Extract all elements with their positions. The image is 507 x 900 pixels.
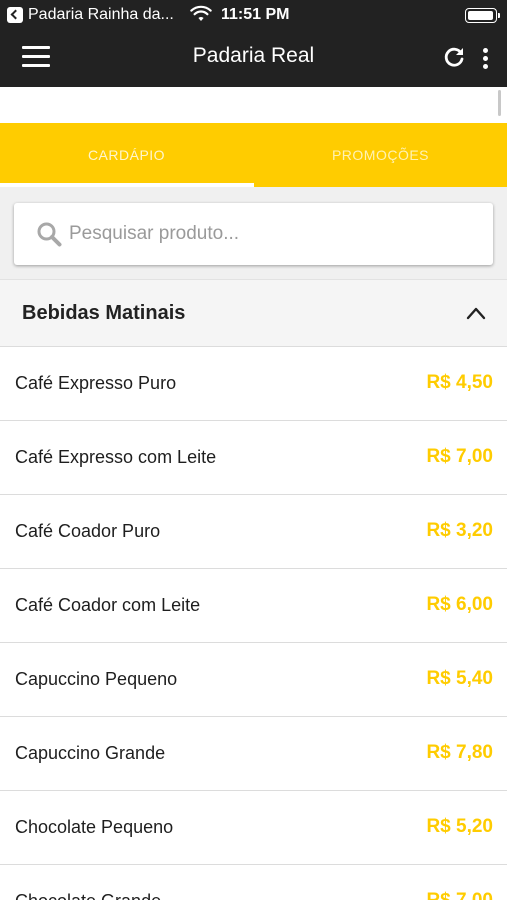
- product-price: R$ 5,40: [426, 668, 493, 689]
- battery-icon: [465, 8, 500, 23]
- list-item[interactable]: Chocolate Pequeno R$ 5,20: [0, 791, 507, 865]
- status-time: 11:51 PM: [221, 6, 290, 23]
- product-name: Café Expresso Puro: [15, 373, 177, 393]
- more-vert-icon[interactable]: [477, 44, 493, 72]
- chevron-up-icon[interactable]: [466, 306, 486, 320]
- list-item[interactable]: Café Expresso com Leite R$ 7,00: [0, 421, 507, 495]
- app-header: Padaria Rainha da... 11:51 PM Padaria Re…: [0, 0, 507, 87]
- product-price: R$ 6,00: [426, 594, 493, 615]
- tab-promocoes[interactable]: PROMOÇÕES: [254, 123, 507, 187]
- product-name: Café Coador Puro: [15, 521, 161, 541]
- search-icon: [37, 222, 62, 247]
- product-price: R$ 4,50: [426, 372, 493, 393]
- search-area: [0, 187, 507, 279]
- product-name: Capuccino Grande: [15, 743, 166, 763]
- product-name: Café Expresso com Leite: [15, 447, 217, 467]
- product-name: Café Coador com Leite: [15, 595, 201, 615]
- content-top-spacer: [0, 87, 507, 123]
- list-item[interactable]: Chocolate Grande R$ 7,00: [0, 865, 507, 900]
- list-item[interactable]: Capuccino Grande R$ 7,80: [0, 717, 507, 791]
- list-item[interactable]: Café Coador com Leite R$ 6,00: [0, 569, 507, 643]
- back-app-label[interactable]: Padaria Rainha da...: [28, 6, 174, 24]
- wifi-icon: [190, 5, 212, 21]
- tab-cardapio[interactable]: CARDÁPIO: [0, 123, 253, 187]
- back-to-app-icon[interactable]: [7, 7, 23, 23]
- category-header[interactable]: Bebidas Matinais: [0, 279, 507, 347]
- page-title: Padaria Real: [192, 44, 315, 67]
- product-name: Chocolate Pequeno: [15, 817, 174, 837]
- refresh-icon[interactable]: [441, 45, 467, 71]
- status-bar: Padaria Rainha da... 11:51 PM: [0, 0, 507, 30]
- product-name: Chocolate Grande: [15, 891, 161, 900]
- tab-bar: CARDÁPIO PROMOÇÕES: [0, 123, 507, 187]
- scroll-indicator: [498, 90, 501, 116]
- list-item[interactable]: Café Expresso Puro R$ 4,50: [0, 347, 507, 421]
- search-input[interactable]: [69, 215, 469, 253]
- list-item[interactable]: Café Coador Puro R$ 3,20: [0, 495, 507, 569]
- product-price: R$ 7,80: [426, 742, 493, 763]
- list-item[interactable]: Capuccino Pequeno R$ 5,40: [0, 643, 507, 717]
- navbar: Padaria Real: [0, 30, 507, 87]
- product-price: R$ 3,20: [426, 520, 493, 541]
- product-price: R$ 5,20: [426, 816, 493, 837]
- product-price: R$ 7,00: [426, 890, 493, 900]
- product-price: R$ 7,00: [426, 446, 493, 467]
- product-name: Capuccino Pequeno: [15, 669, 178, 689]
- category-title: Bebidas Matinais: [22, 302, 186, 324]
- search-box[interactable]: [14, 203, 493, 265]
